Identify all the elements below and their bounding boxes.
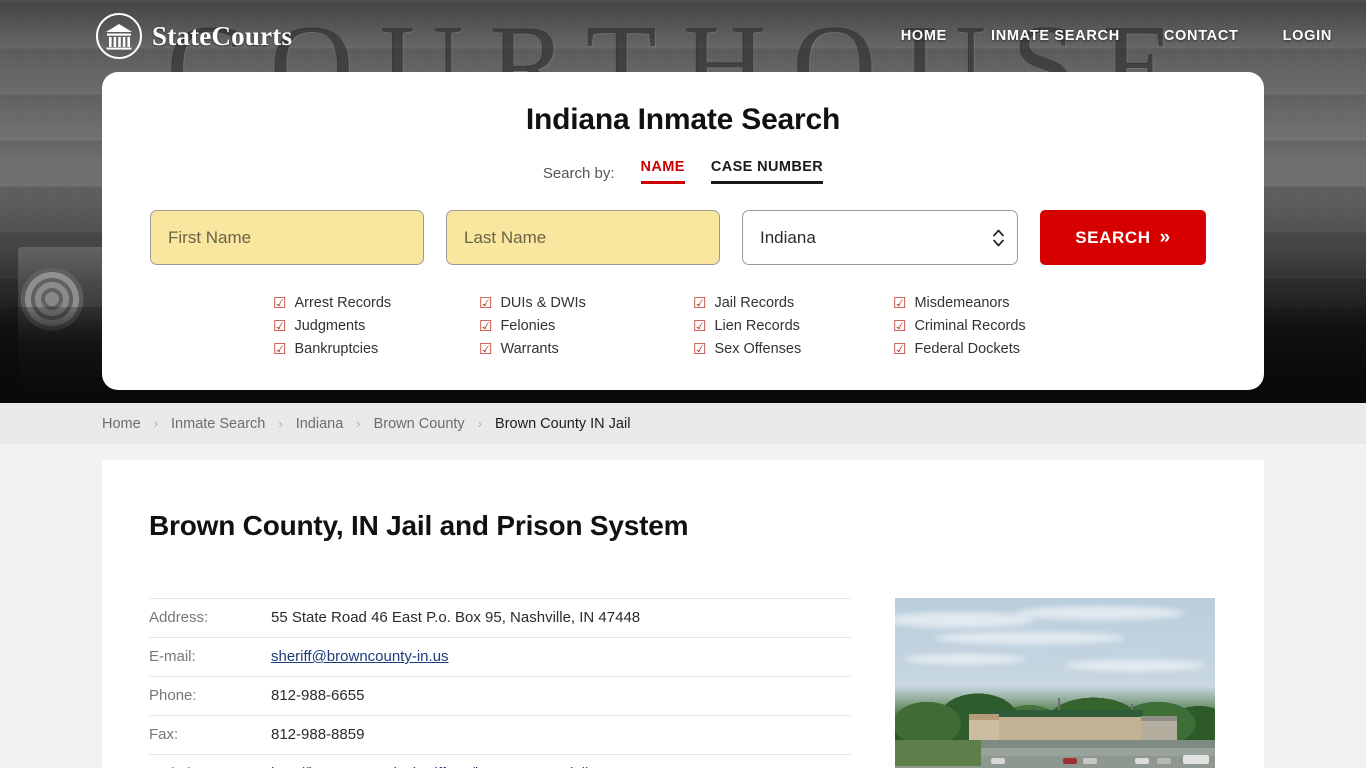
first-name-input[interactable] [150,210,424,265]
info-label: Fax: [149,726,179,743]
state-select-value: Indiana [760,227,816,247]
checkbox-checked-icon: ☑ [893,340,907,358]
checkbox-checked-icon: ☑ [479,317,493,335]
brand[interactable]: StateCourts [96,13,292,59]
record-type-item[interactable]: ☑ Jail Records [693,295,893,311]
table-row: Phone: 812-988-6655 [149,677,851,716]
chevron-updown-icon [993,229,1004,246]
courthouse-circle-icon [96,13,142,59]
record-type-item[interactable]: ☑ Bankruptcies [273,341,479,357]
hero-banner: COURTHOUSE StateCourts HOME INMATE SEARC… [0,0,1366,403]
facility-body: Address: 55 State Road 46 East P.o. Box … [149,598,1217,768]
record-type-label: Federal Dockets [914,341,1021,357]
record-type-item[interactable]: ☑ Felonies [479,318,693,334]
facility-info-table: Address: 55 State Road 46 East P.o. Box … [149,598,851,768]
chevron-right-icon: › [153,416,159,431]
info-label: E-mail: [149,648,196,665]
chevron-right-icon: › [356,416,361,431]
info-value-email: sheriff@browncounty-in.us [271,638,851,677]
checkbox-checked-icon: ☑ [273,340,287,358]
top-bar: StateCourts HOME INMATE SEARCH CONTACT L… [0,0,1366,72]
checkbox-checked-icon: ☑ [893,294,907,312]
info-value-fax: 812-988-8859 [271,726,365,743]
chevron-right-icon: › [477,416,483,431]
checkbox-checked-icon: ☑ [273,317,287,335]
checkbox-checked-icon: ☑ [693,340,707,358]
info-value-website: http://browncountyinsheriff.net/brown-co… [271,755,851,768]
record-type-label: Judgments [294,318,366,334]
info-label: Phone: [149,687,197,704]
record-type-label: Criminal Records [914,318,1026,334]
info-value-address: 55 State Road 46 East P.o. Box 95, Nashv… [271,598,851,638]
nav-item-login[interactable]: LOGIN [1283,28,1332,44]
inmate-search-card: Indiana Inmate Search Search by: NAME CA… [102,72,1264,390]
record-type-item[interactable]: ☑ DUIs & DWIs [479,295,693,311]
last-name-input[interactable] [446,210,720,265]
facility-photo [895,598,1215,768]
record-type-label: Misdemeanors [914,295,1010,311]
checkbox-checked-icon: ☑ [893,317,907,335]
breadcrumb-item-brown-county[interactable]: Brown County [374,416,465,432]
state-select[interactable]: Indiana [742,210,1018,265]
tab-case-number[interactable]: CASE NUMBER [710,159,824,184]
breadcrumb-item-home[interactable]: Home [102,416,141,432]
breadcrumb-item-current: Brown County IN Jail [495,415,631,432]
info-value-phone: 812-988-6655 [271,687,365,704]
record-type-item[interactable]: ☑ Lien Records [693,318,893,334]
table-row: E-mail: sheriff@browncounty-in.us [149,638,851,677]
facility-detail-card: Brown County, IN Jail and Prison System … [102,460,1264,768]
record-type-item[interactable]: ☑ Misdemeanors [893,295,1093,311]
record-type-item[interactable]: ☑ Arrest Records [273,295,479,311]
brand-name: StateCourts [152,20,293,51]
table-row: Fax: 812-988-8859 [149,716,851,755]
record-type-list: ☑ Arrest Records ☑ DUIs & DWIs ☑ Jail Recor… [150,295,1216,357]
record-type-item[interactable]: ☑ Federal Dockets [893,341,1093,357]
search-button-label: SEARCH [1075,227,1151,247]
record-type-label: Warrants [500,341,559,357]
record-type-label: DUIs & DWIs [500,295,586,311]
table-row: Address: 55 State Road 46 East P.o. Box … [149,598,851,638]
table-row: Website: http://browncountyinsheriff.net… [149,755,851,768]
record-type-item[interactable]: ☑ Sex Offenses [693,341,893,357]
record-type-label: Arrest Records [294,295,392,311]
record-type-label: Sex Offenses [714,341,802,357]
checkbox-checked-icon: ☑ [693,317,707,335]
breadcrumb-item-indiana[interactable]: Indiana [296,416,344,432]
record-type-label: Jail Records [714,295,795,311]
nav-item-inmate-search[interactable]: INMATE SEARCH [991,28,1120,44]
page-title: Indiana Inmate Search [525,103,841,136]
chevron-right-icon: › [278,416,283,431]
checkbox-checked-icon: ☑ [273,294,287,312]
nav-item-contact[interactable]: CONTACT [1164,28,1239,44]
search-by-row: Search by: NAME CASE NUMBER [150,159,1216,184]
main-nav: HOME INMATE SEARCH CONTACT LOGIN [901,28,1332,44]
tab-name[interactable]: NAME [640,159,685,184]
nav-item-home[interactable]: HOME [901,28,947,44]
record-type-item[interactable]: ☑ Warrants [479,341,693,357]
search-by-label: Search by: [542,165,615,182]
checkbox-checked-icon: ☑ [479,340,493,358]
checkbox-checked-icon: ☑ [479,294,493,312]
facility-title: Brown County, IN Jail and Prison System [149,510,689,541]
double-chevron-right-icon: » [1159,227,1171,248]
breadcrumb: Home › Inmate Search › Indiana › Brown C… [0,403,1366,444]
email-link[interactable]: sheriff@browncounty-in.us [271,648,449,665]
checkbox-checked-icon: ☑ [693,294,707,312]
record-type-label: Bankruptcies [294,341,379,357]
search-form: Indiana SEARCH » [150,210,1216,265]
record-type-label: Lien Records [714,318,800,334]
search-button[interactable]: SEARCH » [1040,210,1206,265]
info-label: Website: [149,755,271,768]
record-type-item[interactable]: ☑ Criminal Records [893,318,1093,334]
breadcrumb-item-inmate-search[interactable]: Inmate Search [171,416,265,432]
record-type-item[interactable]: ☑ Judgments [273,318,479,334]
record-type-label: Felonies [500,318,556,334]
info-label: Address: [149,598,271,638]
content-area: Brown County, IN Jail and Prison System … [0,444,1366,768]
